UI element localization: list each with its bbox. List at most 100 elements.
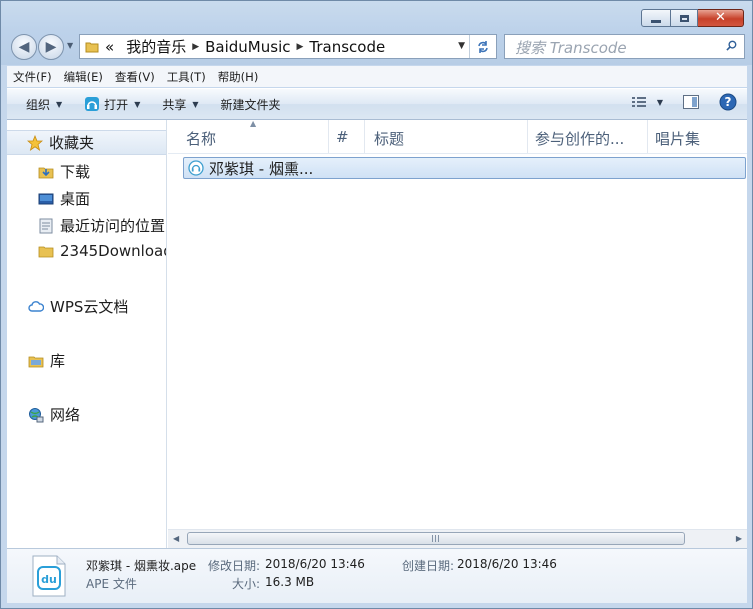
view-controls: ▼ ? [619, 93, 737, 111]
address-dropdown-icon[interactable]: ▼ [458, 41, 465, 51]
breadcrumb-baidumusic[interactable]: BaiduMusic [199, 38, 296, 56]
2345downloads-label: 2345Downloads [60, 242, 166, 260]
column-name[interactable]: 名称 [186, 128, 216, 149]
details-filename: 邓紫琪 - 烟熏妆.ape [86, 559, 197, 573]
sidebar-item-favorites[interactable]: 收藏夹 [7, 130, 166, 155]
chevron-down-icon: ▼ [56, 99, 63, 109]
folder-icon [38, 243, 54, 259]
open-label: 打开 [104, 97, 129, 112]
explorer-window: ✕ ◀ ▶ ▼ « 我的音乐 ▶ BaiduMusic ▶ Transcode … [0, 0, 753, 609]
refresh-icon [478, 40, 488, 53]
help-button[interactable]: ? [719, 93, 737, 111]
details-modified-label: 修改日期: [208, 559, 261, 573]
sidebar-item-libraries[interactable]: 库 [28, 350, 65, 371]
command-bar: 组织 ▼ 打开 ▼ 共享 ▼ 新建文件夹 ▼ ? [7, 88, 747, 120]
address-bar[interactable]: « 我的音乐 ▶ BaiduMusic ▶ Transcode ▼ [79, 34, 497, 59]
file-name: 邓紫琪 - 烟熏... [209, 159, 314, 178]
details-size-value: 16.3 MB [265, 575, 315, 589]
recent-places-icon [38, 218, 54, 234]
forward-button[interactable]: ▶ [38, 34, 64, 60]
menu-bar: 文件(F) 编辑(E) 查看(V) 工具(T) 帮助(H) [7, 66, 747, 87]
file-list-pane: ▲ 名称 # 标题 参与创作的... 唱片集 邓紫琪 - 烟熏... ◀ ▶ [168, 119, 747, 548]
share-button[interactable]: 共享 ▼ [153, 92, 207, 116]
back-arrow-icon: ◀ [18, 39, 30, 55]
chevron-down-icon: ▼ [134, 99, 141, 109]
sidebar-item-wps-cloud[interactable]: WPS云文档 [28, 296, 128, 317]
menu-help[interactable]: 帮助(H) [212, 69, 265, 85]
column-headers: ▲ 名称 # 标题 参与创作的... 唱片集 [168, 119, 747, 154]
breadcrumb-my-music[interactable]: 我的音乐 [120, 36, 192, 57]
downloads-folder-icon [38, 164, 54, 180]
help-icon: ? [719, 93, 737, 111]
maximize-button[interactable] [671, 9, 698, 27]
new-folder-button[interactable]: 新建文件夹 [212, 92, 290, 116]
folder-icon [85, 42, 99, 52]
search-box [504, 34, 745, 59]
column-divider[interactable] [647, 120, 648, 153]
search-icon[interactable] [726, 40, 737, 51]
breadcrumb-transcode[interactable]: Transcode [303, 38, 391, 56]
breadcrumb-overflow[interactable]: « [99, 38, 120, 56]
scroll-left-icon[interactable]: ◀ [173, 534, 179, 543]
change-view-button[interactable]: ▼ [631, 95, 663, 109]
sidebar-item-network[interactable]: 网络 [28, 404, 80, 425]
column-album[interactable]: 唱片集 [655, 128, 700, 149]
recent-pages-dropdown[interactable]: ▼ [67, 41, 73, 50]
content-area: 收藏夹 下载 桌面 最近访问的位置 2345Downloa WPS云文档 库 网… [7, 119, 747, 548]
refresh-button[interactable] [469, 35, 496, 58]
view-dropdown-icon[interactable]: ▼ [657, 98, 663, 107]
chevron-down-icon: ▼ [192, 99, 199, 109]
favorites-label: 收藏夹 [49, 134, 95, 152]
sort-ascending-icon: ▲ [250, 119, 257, 128]
back-button[interactable]: ◀ [11, 34, 37, 60]
svg-text:du: du [41, 573, 57, 586]
ape-file-icon: du [32, 555, 66, 597]
close-button[interactable]: ✕ [698, 9, 744, 27]
minimize-icon [651, 19, 661, 23]
menu-tools[interactable]: 工具(T) [161, 69, 212, 85]
recent-places-label: 最近访问的位置 [60, 217, 166, 235]
maximize-icon [679, 14, 689, 22]
menu-file[interactable]: 文件(F) [7, 69, 58, 85]
open-button[interactable]: 打开 ▼ [75, 92, 149, 116]
column-divider[interactable] [328, 120, 329, 153]
breadcrumb-separator-icon[interactable]: ▶ [296, 42, 303, 52]
search-input[interactable] [513, 36, 717, 59]
details-view-icon [631, 97, 646, 107]
preview-pane-button[interactable] [683, 95, 699, 109]
column-number[interactable]: # [336, 128, 349, 146]
cloud-icon [28, 299, 44, 315]
libraries-label: 库 [50, 352, 66, 370]
organize-button[interactable]: 组织 ▼ [17, 92, 71, 116]
navigation-pane: 收藏夹 下载 桌面 最近访问的位置 2345Downloa WPS云文档 库 网… [7, 120, 167, 548]
downloads-label: 下载 [60, 163, 91, 181]
sidebar-item-desktop[interactable]: 桌面 [38, 188, 90, 209]
organize-label: 组织 [26, 97, 51, 112]
share-label: 共享 [162, 97, 187, 112]
menu-edit[interactable]: 编辑(E) [58, 69, 109, 85]
column-title[interactable]: 标题 [374, 128, 404, 149]
scroll-thumb[interactable] [187, 532, 685, 545]
sidebar-item-2345downloads[interactable]: 2345Downloads [38, 242, 166, 260]
library-icon [28, 353, 44, 369]
menu-view[interactable]: 查看(V) [109, 69, 161, 85]
sidebar-item-downloads[interactable]: 下载 [38, 161, 90, 182]
column-divider[interactable] [527, 120, 528, 153]
sidebar-item-recent-places[interactable]: 最近访问的位置 [38, 215, 165, 236]
forward-arrow-icon: ▶ [45, 39, 57, 55]
breadcrumb-separator-icon[interactable]: ▶ [192, 42, 199, 52]
column-contributing-artists[interactable]: 参与创作的... [535, 128, 624, 149]
grip-icon [432, 535, 440, 542]
star-icon [27, 134, 43, 151]
details-pane: du 邓紫琪 - 烟熏妆.ape APE 文件 修改日期: 2018/6/20 … [7, 548, 747, 603]
details-filetype: APE 文件 [86, 577, 137, 591]
svg-text:?: ? [725, 95, 732, 109]
details-size-label: 大小: [232, 577, 261, 591]
file-row[interactable]: 邓紫琪 - 烟熏... [183, 157, 746, 179]
scroll-right-icon[interactable]: ▶ [736, 534, 742, 543]
horizontal-scrollbar[interactable]: ◀ ▶ [168, 529, 747, 548]
minimize-button[interactable] [641, 9, 671, 27]
column-divider[interactable] [364, 120, 365, 153]
network-label: 网络 [50, 406, 81, 424]
audio-file-icon [188, 160, 204, 176]
